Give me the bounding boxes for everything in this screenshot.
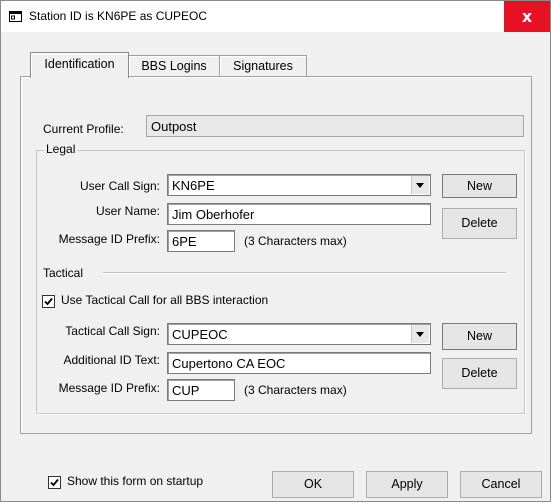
tactical-new-label: New — [466, 329, 492, 343]
tab-label: BBS Logins — [141, 59, 207, 73]
additional-id-input[interactable]: Cupertono CA EOC — [167, 352, 431, 374]
legal-msg-prefix-hint: (3 Characters max) — [244, 234, 347, 248]
current-profile-label: Current Profile: — [43, 122, 124, 136]
user-call-sign-combo[interactable]: KN6PE — [167, 174, 431, 196]
tab-bbs-logins[interactable]: BBS Logins — [128, 55, 220, 76]
tactical-call-sign-value: CUPEOC — [172, 327, 228, 342]
cancel-button[interactable]: Cancel — [460, 471, 542, 498]
use-tactical-checkbox[interactable] — [42, 295, 55, 308]
user-call-sign-value: KN6PE — [172, 178, 215, 193]
user-name-input[interactable]: Jim Oberhofer — [167, 203, 431, 225]
legal-caption: Legal — [44, 142, 78, 156]
tactical-call-sign-label: Tactical Call Sign: — [65, 324, 160, 338]
ok-label: OK — [303, 477, 323, 491]
tactical-msg-prefix-label: Message ID Prefix: — [58, 381, 160, 395]
tab-signatures[interactable]: Signatures — [219, 55, 307, 76]
tab-label: Signatures — [233, 59, 293, 73]
show-on-startup-checkbox[interactable] — [48, 476, 61, 489]
legal-new-button[interactable]: New — [442, 174, 517, 198]
close-icon: x — [521, 7, 533, 26]
legal-msg-prefix-input[interactable]: 6PE — [167, 230, 235, 252]
show-on-startup-label: Show this form on startup — [67, 474, 204, 488]
legal-delete-button[interactable]: Delete — [442, 208, 517, 239]
tactical-call-sign-combo[interactable]: CUPEOC — [167, 323, 431, 345]
title-bar[interactable]: Station ID is KN6PE as CUPEOC x — [1, 1, 550, 32]
window-title: Station ID is KN6PE as CUPEOC — [29, 9, 208, 23]
chevron-down-icon[interactable] — [411, 325, 429, 343]
tactical-caption: Tactical — [43, 266, 84, 280]
use-tactical-label: Use Tactical Call for all BBS interactio… — [61, 293, 269, 307]
window-icon — [9, 11, 22, 22]
legal-msg-prefix-label: Message ID Prefix: — [58, 232, 160, 246]
tactical-msg-prefix-hint: (3 Characters max) — [244, 383, 347, 397]
user-name-label: User Name: — [95, 204, 160, 218]
tactical-divider — [103, 272, 506, 274]
tab-label: Identification — [44, 57, 115, 71]
tab-identification[interactable]: Identification — [30, 52, 129, 78]
additional-id-label: Additional ID Text: — [63, 353, 161, 367]
tactical-msg-prefix-input[interactable]: CUP — [167, 379, 235, 401]
checkmark-icon — [50, 478, 59, 487]
chevron-down-icon[interactable] — [411, 176, 429, 194]
tactical-delete-label: Delete — [461, 366, 498, 380]
apply-button[interactable]: Apply — [366, 471, 448, 498]
tactical-new-button[interactable]: New — [442, 323, 517, 350]
current-profile-field: Outpost — [146, 115, 524, 137]
apply-label: Apply — [391, 477, 423, 491]
ok-button[interactable]: OK — [272, 471, 354, 498]
user-call-sign-label: User Call Sign: — [79, 179, 160, 193]
legal-delete-label: Delete — [461, 216, 498, 230]
station-id-dialog: Station ID is KN6PE as CUPEOC x Identifi… — [0, 0, 551, 502]
checkmark-icon — [44, 297, 53, 306]
cancel-label: Cancel — [481, 477, 521, 491]
tactical-delete-button[interactable]: Delete — [442, 358, 517, 389]
legal-new-label: New — [466, 179, 492, 193]
close-button[interactable]: x — [504, 1, 550, 32]
